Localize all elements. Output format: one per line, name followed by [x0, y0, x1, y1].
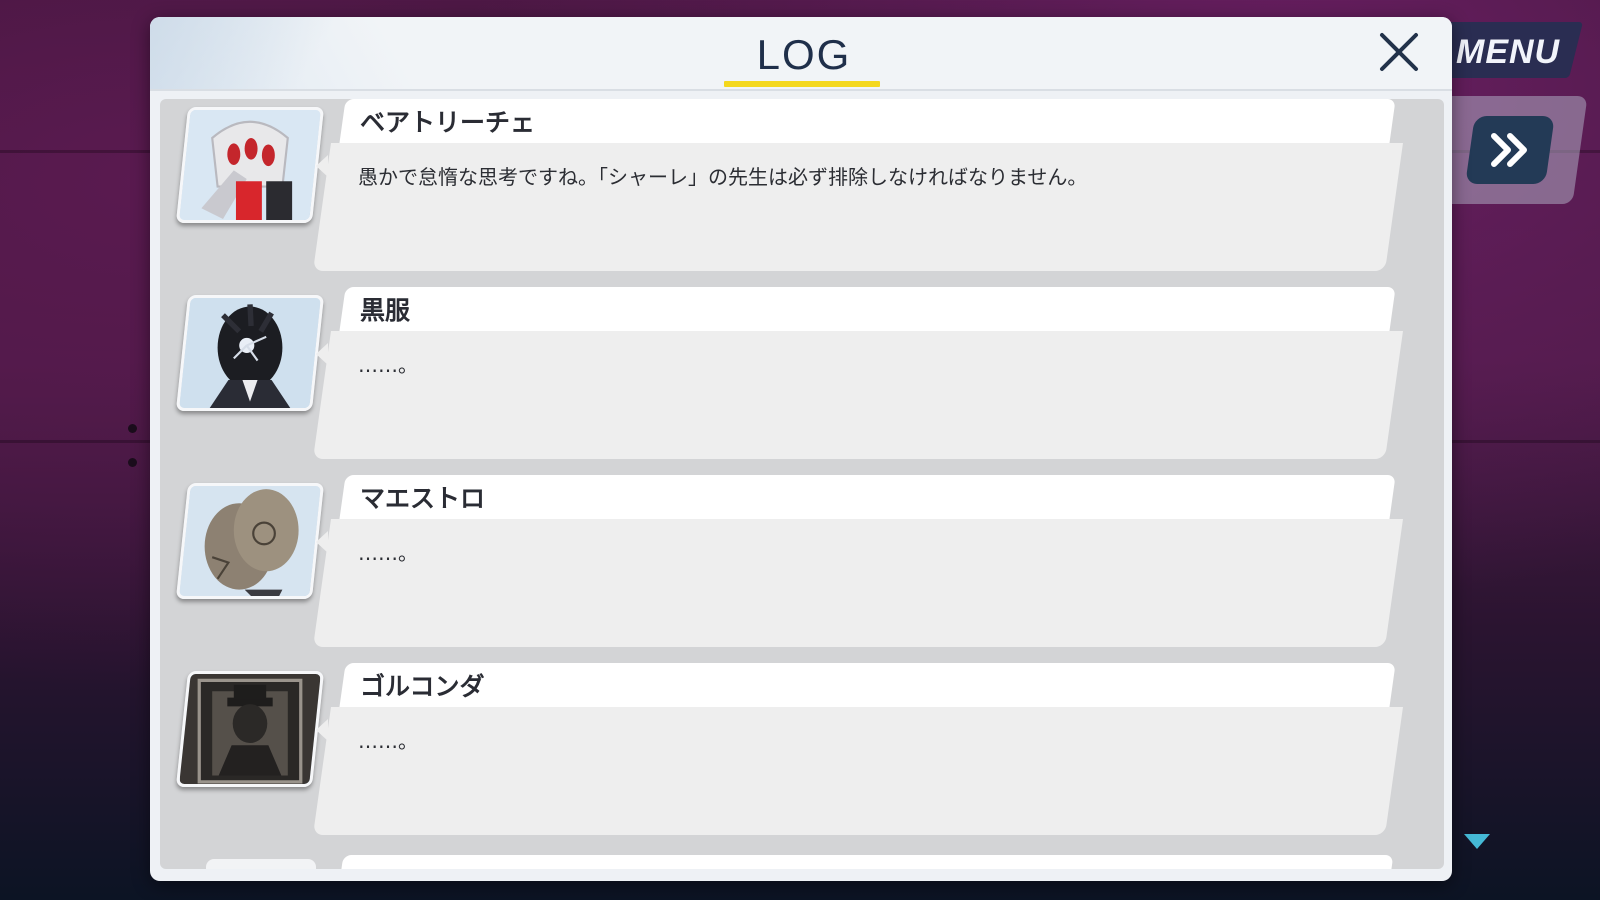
- title-underline: [724, 81, 880, 87]
- log-title: LOG: [756, 31, 852, 78]
- background-rivet: [128, 424, 137, 433]
- golconda-portrait-icon: [175, 671, 325, 787]
- speaker-name: 黒服: [360, 296, 411, 325]
- log-entry: 黒服 ……。: [160, 287, 1444, 467]
- background-rivet: [128, 458, 137, 467]
- message-text: ……。: [358, 353, 418, 377]
- log-window: LOG ベアトリーチェ 愚かで怠惰な思考ですね。「シャーレ」の先生は必ず排除しな…: [150, 17, 1452, 881]
- log-entry: ベアトリーチェ 愚かで怠惰な思考ですね。「シャーレ」の先生は必ず排除しなければな…: [160, 99, 1444, 279]
- menu-button-label: MENU: [1456, 33, 1561, 71]
- close-button[interactable]: [1376, 29, 1422, 75]
- speaker-name: マエストロ: [360, 484, 486, 513]
- beatrice-portrait-icon: [175, 107, 325, 223]
- message-text: ……。: [358, 541, 418, 565]
- maestro-portrait-icon: [175, 483, 325, 599]
- next-entry-portrait-edge: [206, 859, 316, 869]
- kurofuku-portrait-icon: [175, 295, 325, 411]
- log-list[interactable]: ベアトリーチェ 愚かで怠惰な思考ですね。「シャーレ」の先生は必ず排除しなければな…: [160, 99, 1444, 869]
- next-entry-name-plate: [340, 855, 1394, 869]
- scroll-down-icon: [1464, 834, 1490, 849]
- close-icon: [1380, 33, 1418, 71]
- speaker-name: ゴルコンダ: [360, 672, 485, 701]
- log-header: LOG: [150, 17, 1452, 91]
- speaker-name: ベアトリーチェ: [360, 108, 536, 137]
- fast-forward-icon: [1470, 116, 1550, 184]
- message-text: ……。: [358, 729, 418, 753]
- log-entry: マエストロ ……。: [160, 475, 1444, 655]
- log-entry: ゴルコンダ ……。: [160, 663, 1444, 843]
- message-text: 愚かで怠惰な思考ですね。「シャーレ」の先生は必ず排除しなければなりません。: [358, 165, 1088, 189]
